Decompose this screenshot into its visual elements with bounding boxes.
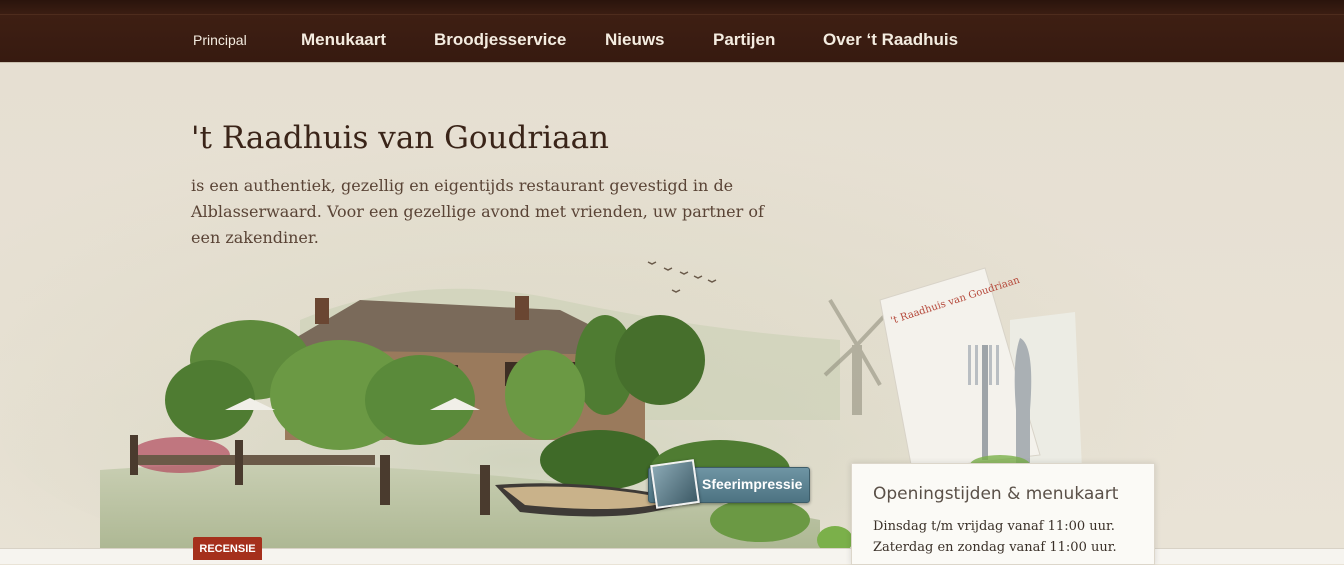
nav-menukaart[interactable]: Menukaart <box>301 30 386 50</box>
nav-principal[interactable]: Principal <box>193 32 247 48</box>
main-nav: Principal Menukaart Broodjesservice Nieu… <box>0 0 1344 62</box>
opening-hours-weekend: Zaterdag en zondag vanaf 11:00 uur. <box>873 540 1117 555</box>
sfeerimpressie-button[interactable]: Sfeerimpressie <box>648 459 810 509</box>
nav-broodjesservice[interactable]: Broodjesservice <box>434 30 566 50</box>
opening-hours-title[interactable]: Openingstijden & menukaart <box>873 484 1118 504</box>
sfeerimpressie-label: Sfeerimpressie <box>702 476 803 492</box>
nav-partijen[interactable]: Partijen <box>713 30 775 50</box>
recensie-tab[interactable]: RECENSIE <box>193 537 262 560</box>
photo-thumbnail-icon <box>650 459 700 509</box>
nav-over-raadhuis[interactable]: Over ‘t Raadhuis <box>823 30 958 50</box>
dock <box>135 455 375 465</box>
opening-hours-panel: Openingstijden & menukaart Dinsdag t/m v… <box>851 463 1155 565</box>
intro-text: is een authentiek, gezellig en eigentijd… <box>191 176 764 247</box>
page-title: 't Raadhuis van Goudriaan <box>191 120 610 156</box>
top-navigation-bar: Principal Menukaart Broodjesservice Nieu… <box>0 0 1344 63</box>
opening-hours-weekday: Dinsdag t/m vrijdag vanaf 11:00 uur. <box>873 519 1115 534</box>
nav-nieuws[interactable]: Nieuws <box>605 30 665 50</box>
